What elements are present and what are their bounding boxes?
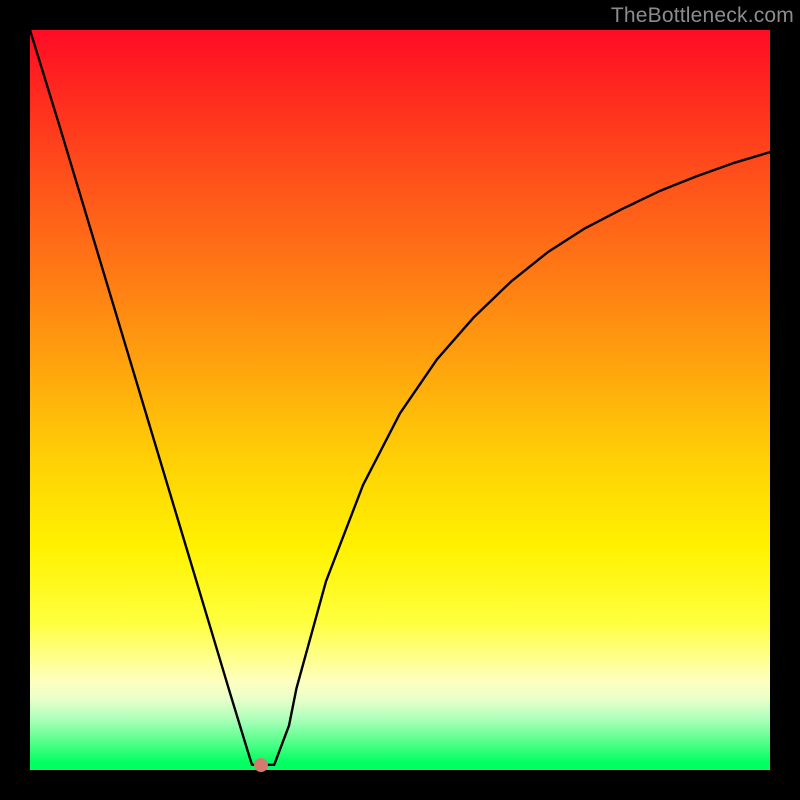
bottleneck-curve: [30, 30, 770, 770]
curve-path: [30, 30, 770, 765]
chart-frame: TheBottleneck.com: [0, 0, 800, 800]
minimum-marker: [254, 758, 268, 772]
plot-area: [30, 30, 770, 770]
watermark-text: TheBottleneck.com: [611, 4, 794, 28]
